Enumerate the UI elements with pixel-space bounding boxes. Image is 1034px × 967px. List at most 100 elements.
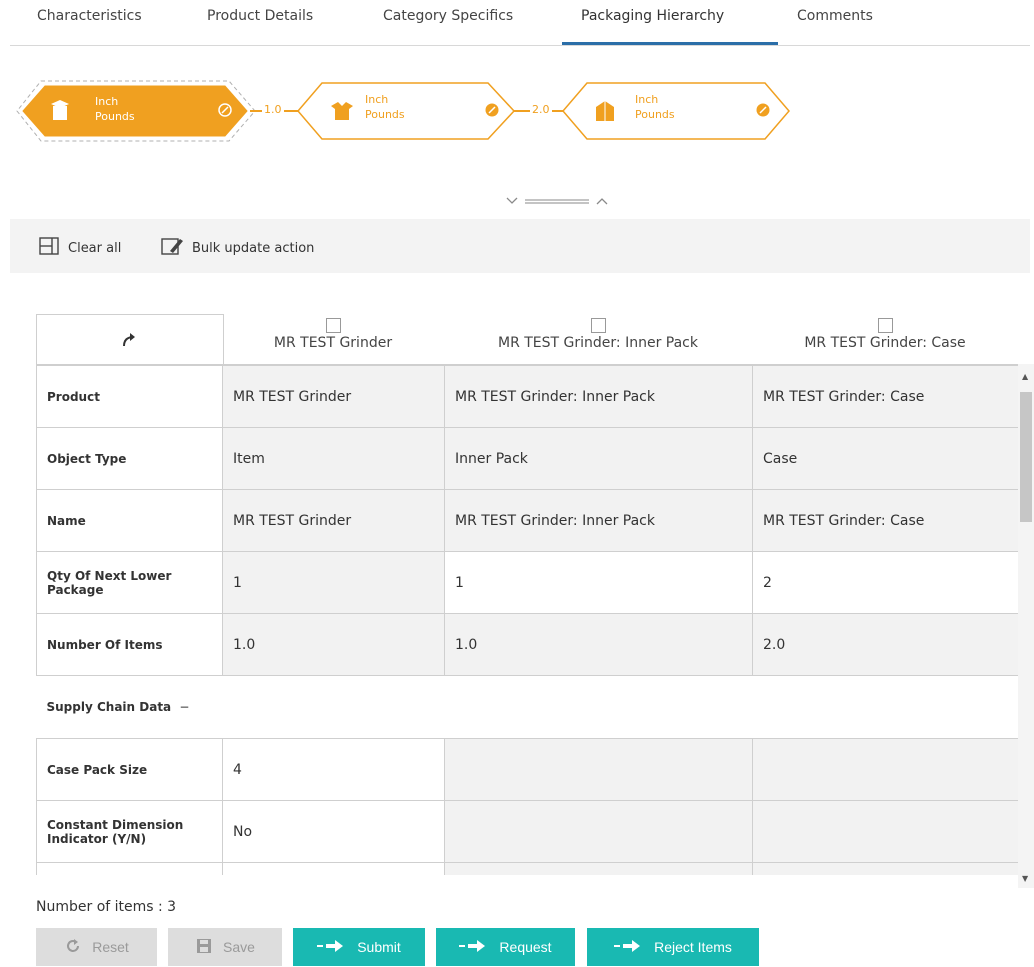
hierarchy-node-item[interactable]: Inch Pounds bbox=[16, 80, 265, 142]
node-unit-length: Inch bbox=[95, 95, 119, 108]
grid-cell[interactable]: No bbox=[222, 800, 445, 863]
tab-bar: Characteristics Product Details Category… bbox=[10, 0, 1030, 46]
request-label: Request bbox=[499, 939, 552, 955]
column-title: MR TEST Grinder bbox=[273, 335, 393, 351]
grid-cell: MR TEST Grinder: Case bbox=[752, 365, 1018, 428]
clear-all-label: Clear all bbox=[68, 240, 122, 256]
grid-cell bbox=[444, 800, 753, 863]
grid-cell: Item bbox=[222, 427, 445, 490]
grid-cell bbox=[752, 862, 1018, 875]
scrollbar-thumb[interactable] bbox=[1020, 392, 1032, 522]
grid-cell[interactable]: 1 bbox=[444, 551, 753, 614]
grid-cell: Case bbox=[752, 427, 1018, 490]
table-row bbox=[36, 862, 1018, 875]
grid-cell: 1.0 bbox=[444, 613, 753, 676]
tab-packaging-hierarchy[interactable]: Packaging Hierarchy bbox=[581, 8, 724, 24]
grid-cell bbox=[444, 862, 753, 875]
arrow-right-icon bbox=[614, 939, 644, 956]
table-row: Constant Dimension Indicator (Y/N) No bbox=[36, 800, 1018, 863]
node-unit-length: Inch bbox=[365, 93, 389, 106]
table-row: Product MR TEST Grinder MR TEST Grinder:… bbox=[36, 365, 1018, 428]
connector-quantity: 1.0 bbox=[262, 103, 284, 116]
action-bar: Clear all Bulk update action bbox=[10, 219, 1030, 273]
column-title: MR TEST Grinder: Case bbox=[804, 335, 966, 351]
table-row: Object Type Item Inner Pack Case bbox=[36, 427, 1018, 490]
reject-items-button[interactable]: Reject Items bbox=[587, 928, 759, 966]
table-row: Name MR TEST Grinder MR TEST Grinder: In… bbox=[36, 489, 1018, 552]
section-header[interactable]: Supply Chain Data − bbox=[36, 675, 1018, 739]
row-label: Constant Dimension Indicator (Y/N) bbox=[36, 800, 223, 863]
active-tab-indicator bbox=[562, 42, 778, 45]
clear-all-button[interactable]: Clear all bbox=[38, 236, 121, 260]
item-count: Number of items : 3 bbox=[36, 899, 177, 915]
bulk-update-label: Bulk update action bbox=[192, 240, 315, 256]
save-label: Save bbox=[223, 939, 255, 955]
tab-product-details[interactable]: Product Details bbox=[207, 8, 313, 24]
collapse-section-icon[interactable]: − bbox=[179, 700, 189, 714]
hierarchy-node-case[interactable]: Inch Pounds bbox=[562, 80, 795, 142]
column-title: MR TEST Grinder: Inner Pack bbox=[498, 335, 698, 351]
box-icon bbox=[49, 100, 69, 120]
grid-corner-tab bbox=[36, 314, 224, 366]
grid-cell[interactable] bbox=[222, 862, 445, 875]
clear-all-icon bbox=[38, 236, 60, 260]
row-label: Product bbox=[36, 365, 223, 428]
grid-cell[interactable]: MR TEST Grinder: Inner Pack bbox=[444, 489, 753, 552]
bulk-update-icon bbox=[160, 236, 184, 260]
save-button[interactable]: Save bbox=[168, 928, 282, 966]
column-select-checkbox[interactable] bbox=[590, 318, 606, 333]
vertical-scrollbar[interactable]: ▲ ▼ bbox=[1018, 364, 1034, 888]
column-header: MR TEST Grinder: Inner Pack bbox=[444, 314, 752, 364]
row-label: Case Pack Size bbox=[36, 738, 223, 801]
column-header: MR TEST Grinder bbox=[222, 314, 444, 364]
row-label: Number Of Items bbox=[36, 613, 223, 676]
section-header-row[interactable]: Supply Chain Data − bbox=[36, 675, 1018, 739]
tab-category-specifics[interactable]: Category Specifics bbox=[383, 8, 513, 24]
grid-cell bbox=[752, 738, 1018, 801]
table-row: Number Of Items 1.0 1.0 2.0 bbox=[36, 613, 1018, 676]
grid-cell: MR TEST Grinder bbox=[222, 365, 445, 428]
node-unit-weight: Pounds bbox=[635, 108, 675, 121]
reset-icon bbox=[64, 937, 82, 958]
node-unit-weight: Pounds bbox=[95, 110, 135, 123]
request-button[interactable]: Request bbox=[436, 928, 575, 966]
reset-label: Reset bbox=[92, 939, 129, 955]
submit-button[interactable]: Submit bbox=[293, 928, 425, 966]
grid-cell[interactable]: MR TEST Grinder bbox=[222, 489, 445, 552]
reject-items-label: Reject Items bbox=[654, 939, 732, 955]
row-label: Qty Of Next Lower Package bbox=[36, 551, 223, 614]
grid-cell[interactable]: 2 bbox=[752, 551, 1018, 614]
hierarchy-node-inner-pack[interactable]: Inch Pounds bbox=[297, 80, 530, 142]
packaging-grid: Product MR TEST Grinder MR TEST Grinder:… bbox=[36, 364, 1018, 875]
connector-quantity: 2.0 bbox=[530, 103, 552, 116]
bulk-update-button[interactable]: Bulk update action bbox=[160, 236, 314, 260]
arrow-right-icon bbox=[317, 939, 347, 956]
section-title: Supply Chain Data bbox=[46, 700, 172, 714]
scroll-down-icon[interactable]: ▼ bbox=[1022, 874, 1028, 883]
row-label bbox=[36, 862, 223, 875]
column-select-checkbox[interactable] bbox=[877, 318, 893, 333]
grid-cell[interactable]: 4 bbox=[222, 738, 445, 801]
node-unit-weight: Pounds bbox=[365, 108, 405, 121]
column-select-checkbox[interactable] bbox=[325, 318, 341, 333]
reset-button[interactable]: Reset bbox=[36, 928, 157, 966]
redo-arrow-icon[interactable] bbox=[121, 332, 137, 352]
column-header: MR TEST Grinder: Case bbox=[752, 314, 1018, 364]
save-icon bbox=[195, 937, 213, 958]
arrow-right-icon bbox=[459, 939, 489, 956]
scroll-up-icon[interactable]: ▲ bbox=[1022, 372, 1028, 381]
table-row: Case Pack Size 4 bbox=[36, 738, 1018, 801]
tab-characteristics[interactable]: Characteristics bbox=[37, 8, 142, 24]
grid-cell: 1.0 bbox=[222, 613, 445, 676]
grid-cell: MR TEST Grinder: Inner Pack bbox=[444, 365, 753, 428]
grid-cell: Inner Pack bbox=[444, 427, 753, 490]
tab-comments[interactable]: Comments bbox=[797, 8, 873, 24]
node-unit-length: Inch bbox=[635, 93, 659, 106]
row-label: Object Type bbox=[36, 427, 223, 490]
grid-cell: 2.0 bbox=[752, 613, 1018, 676]
collapse-expand-control[interactable] bbox=[505, 193, 615, 213]
grid-cell bbox=[752, 800, 1018, 863]
table-row: Qty Of Next Lower Package 1 1 2 bbox=[36, 551, 1018, 614]
grid-cell[interactable]: 1 bbox=[222, 551, 445, 614]
grid-cell[interactable]: MR TEST Grinder: Case bbox=[752, 489, 1018, 552]
